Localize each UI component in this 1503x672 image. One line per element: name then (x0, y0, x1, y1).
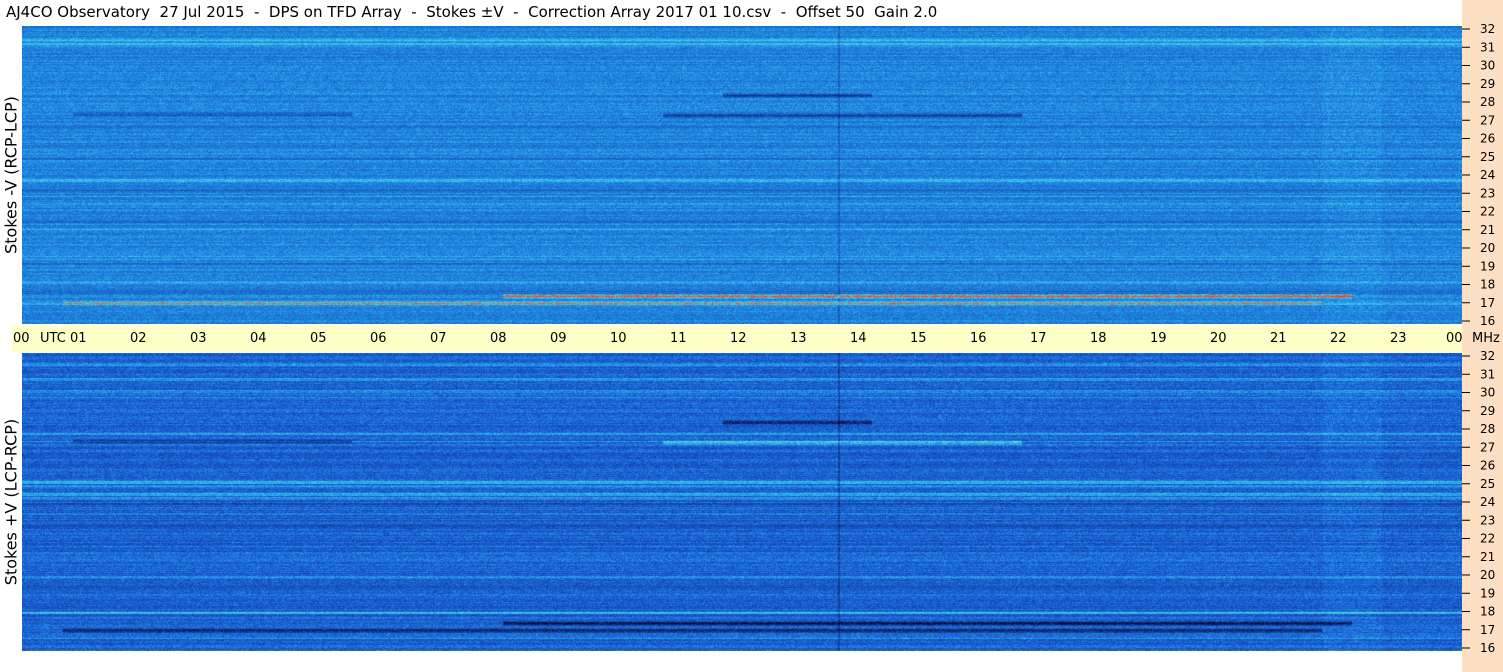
freq-tick-label: 20 (1480, 568, 1495, 582)
freq-tick-label: 25 (1480, 477, 1495, 491)
freq-tick-label: 21 (1480, 550, 1495, 564)
freq-tick-label: 27 (1480, 440, 1495, 454)
freq-tick-label: 17 (1480, 296, 1495, 310)
freq-tick-label: 16 (1480, 314, 1495, 328)
freq-tick-label: 28 (1480, 95, 1495, 109)
freq-tick-label: 21 (1480, 223, 1495, 237)
freq-tick-label: 32 (1480, 349, 1495, 363)
freq-tick-label: 24 (1480, 168, 1495, 182)
freq-tick-label: 24 (1480, 495, 1495, 509)
freq-tick-label: 26 (1480, 459, 1495, 473)
frequency-axes: 16 17 18 19 20 21 22 23 24 25 26 27 28 29 30 31 32 16 17 18… (1462, 22, 1495, 655)
freq-tick-label: 19 (1480, 586, 1495, 600)
freq-tick-label: 16 (1480, 641, 1495, 655)
freq-tick-label: 28 (1480, 422, 1495, 436)
freq-tick-label: 20 (1480, 241, 1495, 255)
freq-tick-label: 31 (1480, 367, 1495, 381)
freq-tick-label: 17 (1480, 623, 1495, 637)
freq-tick-label: 29 (1480, 404, 1495, 418)
freq-tick-label: 18 (1480, 278, 1495, 292)
freq-tick-label: 22 (1480, 532, 1495, 546)
freq-tick-label: 23 (1480, 186, 1495, 200)
freq-tick-label: 30 (1480, 59, 1495, 73)
freq-tick-label: 26 (1480, 132, 1495, 146)
freq-tick-label: 22 (1480, 205, 1495, 219)
freq-tick-label: 27 (1480, 113, 1495, 127)
freq-tick-label: 30 (1480, 386, 1495, 400)
freq-tick-label: 31 (1480, 40, 1495, 54)
freq-tick-label: 18 (1480, 605, 1495, 619)
freq-tick-label: 19 (1480, 259, 1495, 273)
freq-tick-label: 23 (1480, 513, 1495, 527)
freq-tick-label: 25 (1480, 150, 1495, 164)
freq-tick-label: 32 (1480, 22, 1495, 36)
freq-tick-label: 29 (1480, 77, 1495, 91)
